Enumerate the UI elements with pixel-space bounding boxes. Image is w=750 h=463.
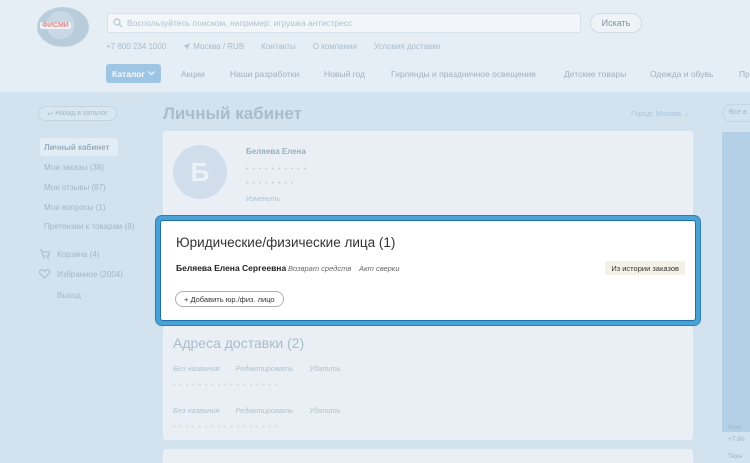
location-label: Москва / RUB <box>193 42 245 51</box>
sidebar-item-claims[interactable]: Претензии к товарам (8) <box>44 222 134 231</box>
address-row: Без названия Редактировать Удалить <box>173 406 341 415</box>
right-panel-consult: Конс <box>728 424 743 431</box>
address-row: Без названия Редактировать Удалить <box>173 364 341 373</box>
chevron-down-icon: ⌄ <box>683 109 690 118</box>
menu-item-clothes[interactable]: Одежда и обувь <box>650 69 713 79</box>
city-selector[interactable]: Город: Москва ⌄ <box>631 109 689 118</box>
address-hidden-details: • • • • • • • • • • • • • • • • • <box>173 424 279 431</box>
profile-hidden-info: • • • • • • • • • • <box>246 166 308 173</box>
link-about[interactable]: О компании <box>313 42 357 51</box>
right-panel-button[interactable]: Все в <box>722 104 750 122</box>
profile-card <box>163 131 693 217</box>
address-edit-link[interactable]: Редактировать <box>235 364 293 373</box>
search-button[interactable]: Искать <box>590 13 642 33</box>
link-contacts[interactable]: Контакты <box>261 42 296 51</box>
back-label: Назад в каталог <box>55 110 108 117</box>
logo-text: ФИСМИ <box>40 22 71 29</box>
address-edit-link[interactable]: Редактировать <box>235 406 293 415</box>
legal-entities-title: Юридические/физические лица (1) <box>176 235 396 250</box>
location-selector[interactable]: Москва / RUB <box>183 42 244 51</box>
back-to-catalog-button[interactable]: ↩ Назад в каталог <box>38 106 117 121</box>
address-name: Без названия <box>173 406 220 415</box>
add-legal-entity-button[interactable]: + Добавить юр./физ. лицо <box>175 291 284 307</box>
main-menu: Каталог Акции Наши разработки Новый год … <box>0 64 750 86</box>
site-header: ФИСМИ Воспользуйтесь поиском, например: … <box>0 0 750 92</box>
catalog-button[interactable]: Каталог <box>106 64 161 83</box>
sidebar-item-orders[interactable]: Мои заказы (38) <box>44 163 104 172</box>
page-title: Личный кабинет <box>163 104 302 123</box>
menu-item-our-developments[interactable]: Наши разработки <box>230 69 299 79</box>
delivery-addresses-title: Адреса доставки (2) <box>173 335 305 351</box>
chevron-down-icon <box>148 71 155 76</box>
profile-hidden-info-2: • • • • • • • • <box>246 180 295 187</box>
menu-item-new-year[interactable]: Новый год <box>324 69 365 79</box>
phone-number[interactable]: +7 800 234 1000 <box>106 42 166 51</box>
city-label: Город: <box>631 109 654 118</box>
sidebar-item-account[interactable]: Личный кабинет <box>44 143 109 152</box>
search-icon <box>113 18 123 28</box>
refund-link[interactable]: Возврат средств <box>288 264 351 273</box>
sidebar-item-cart[interactable]: Корзина (4) <box>57 250 99 259</box>
back-arrow-icon: ↩ <box>47 110 54 118</box>
address-hidden-details: • • • • • • • • • • • • • • • • • <box>173 382 279 389</box>
link-delivery[interactable]: Условия доставки <box>374 42 440 51</box>
sidebar-item-reviews[interactable]: Мои отзывы (87) <box>44 183 106 192</box>
sidebar-item-logout[interactable]: Выход <box>57 291 81 300</box>
right-panel-tech: Техн <box>728 453 742 460</box>
right-panel-banner <box>722 132 750 432</box>
location-arrow-icon <box>183 43 191 50</box>
avatar[interactable]: Б <box>173 145 227 199</box>
address-delete-link[interactable]: Удалить <box>309 406 341 415</box>
right-panel: Все в Конс +7 80 Техн <box>722 104 750 463</box>
sidebar-item-questions[interactable]: Мои вопросы (1) <box>44 203 105 212</box>
search-input[interactable]: Воспользуйтесь поиском, например: игрушк… <box>107 13 581 33</box>
reconciliation-act-link[interactable]: Акт сверки <box>359 264 400 273</box>
menu-item-garlands[interactable]: Гирлянды и праздничное освещение <box>391 69 536 79</box>
next-card <box>163 449 693 463</box>
menu-item-kids[interactable]: Детские товары <box>564 69 626 79</box>
menu-item-more[interactable]: Пр <box>739 69 750 79</box>
sidebar-item-favorites[interactable]: Избранное (2004) <box>57 270 123 279</box>
profile-name: Беляева Елена <box>246 147 306 156</box>
order-history-badge[interactable]: Из истории заказов <box>605 261 685 275</box>
menu-item-sales[interactable]: Акции <box>181 69 205 79</box>
legal-entities-card-body: Юридические/физические лица (1) Беляева … <box>160 220 696 321</box>
search-placeholder: Воспользуйтесь поиском, например: игрушк… <box>127 18 353 28</box>
profile-edit-link[interactable]: Изменить <box>246 196 280 203</box>
catalog-label: Каталог <box>112 68 145 79</box>
legal-entity-name: Беляева Елена Сергеевна <box>176 263 287 273</box>
address-name: Без названия <box>173 364 220 373</box>
cart-icon <box>39 249 50 259</box>
legal-entities-card: Юридические/физические лица (1) Беляева … <box>156 216 700 325</box>
heart-icon <box>39 269 50 279</box>
right-panel-phone: +7 80 <box>728 436 745 443</box>
city-value: Москва <box>655 109 682 118</box>
address-delete-link[interactable]: Удалить <box>309 364 341 373</box>
header-subnav: +7 800 234 1000 Москва / RUB Контакты О … <box>106 42 440 51</box>
